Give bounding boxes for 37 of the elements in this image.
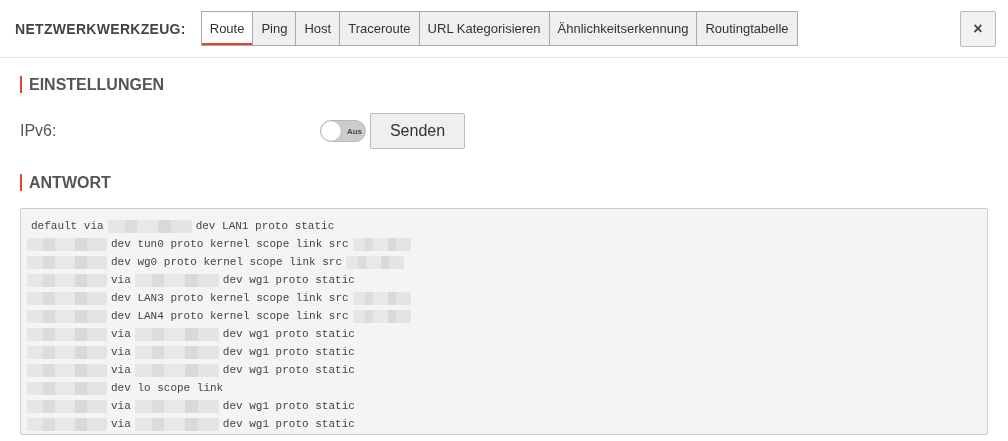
output-text: via	[111, 328, 131, 340]
close-button[interactable]: ×	[960, 10, 996, 47]
redacted-block	[346, 255, 405, 269]
tab[interactable]: Routingtabelle	[697, 11, 798, 46]
redacted-block	[352, 237, 411, 251]
output-text: via	[111, 364, 131, 376]
section-heading: ANTWORT	[20, 174, 988, 191]
output-text: dev LAN1 proto static	[195, 220, 335, 232]
tab[interactable]: Traceroute	[340, 11, 420, 46]
redacted-block	[352, 309, 411, 323]
redacted-block	[352, 291, 411, 305]
output-text: via	[111, 274, 131, 286]
output-text: dev wg1 proto static	[222, 418, 355, 430]
output-text: dev wg1 proto static	[222, 346, 355, 358]
tab[interactable]: Ping	[253, 11, 297, 46]
tab[interactable]: Route	[200, 11, 254, 46]
field-label: IPv6:	[20, 122, 58, 140]
output-text: via	[111, 418, 131, 430]
output-text: dev LAN4 proto kernel scope link src	[111, 310, 349, 322]
tab[interactable]: Ähnlichkeitserkennung	[549, 11, 698, 46]
output-text: dev LAN3 proto kernel scope link src	[111, 292, 349, 304]
output-text: dev lo scope link	[111, 382, 224, 394]
output-text: dev wg1 proto static	[222, 328, 355, 340]
output-text: via	[111, 346, 131, 358]
send-button[interactable]: Senden	[370, 113, 465, 149]
toggle-switch[interactable]: Aus	[320, 120, 366, 142]
output-text: dev wg1 proto static	[222, 400, 355, 412]
output-text: dev wg1 proto static	[222, 274, 355, 286]
output-text: default via	[31, 220, 104, 232]
output-text: via	[111, 400, 131, 412]
tab[interactable]: Host	[296, 11, 341, 46]
tab[interactable]: URL Kategorisieren	[419, 11, 550, 46]
output-text: dev wg0 proto kernel scope link src	[111, 256, 343, 268]
tool-title: NETZWERKWERKZEUG:	[15, 20, 186, 37]
section-heading: EINSTELLUNGEN	[20, 76, 988, 93]
output-text: dev tun0 proto kernel scope link src	[111, 238, 349, 250]
output-text: dev wg1 proto static	[222, 364, 355, 376]
